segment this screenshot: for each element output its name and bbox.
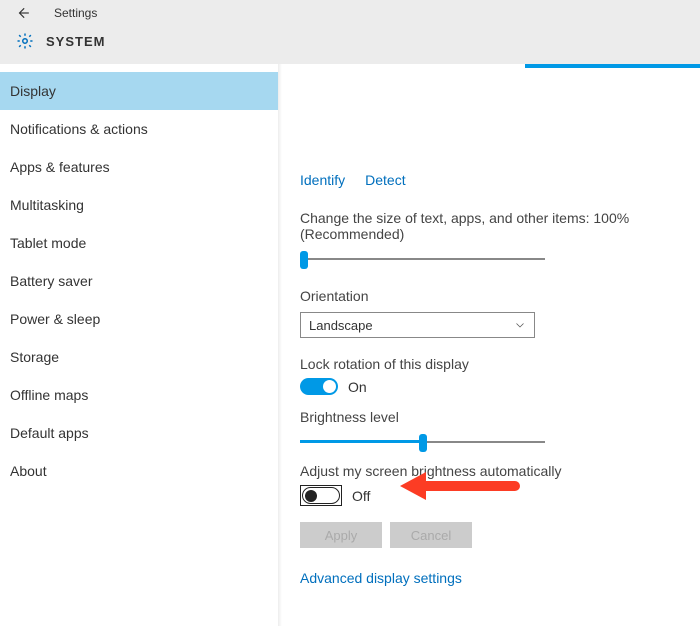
accent-bar <box>525 64 700 68</box>
advanced-link[interactable]: Advanced display settings <box>300 570 700 586</box>
section-title: SYSTEM <box>46 34 105 49</box>
lock-label: Lock rotation of this display <box>300 356 700 372</box>
sidebar-item-about[interactable]: About <box>0 452 278 490</box>
orientation-label: Orientation <box>300 288 700 304</box>
sidebar-item-apps-features[interactable]: Apps & features <box>0 148 278 186</box>
auto-brightness-toggle[interactable] <box>300 485 342 506</box>
identify-link[interactable]: Identify <box>300 172 345 188</box>
sidebar-item-tablet-mode[interactable]: Tablet mode <box>0 224 278 262</box>
brightness-label: Brightness level <box>300 409 700 425</box>
sidebar-item-power-sleep[interactable]: Power & sleep <box>0 300 278 338</box>
window-title: Settings <box>54 6 97 20</box>
titlebar: Settings <box>0 6 700 20</box>
scale-slider[interactable] <box>300 252 545 266</box>
brightness-slider[interactable] <box>300 435 545 449</box>
lock-value: On <box>348 379 367 395</box>
back-icon[interactable] <box>16 6 30 20</box>
header: Settings SYSTEM <box>0 0 700 64</box>
cancel-button[interactable]: Cancel <box>390 522 472 548</box>
sidebar-item-battery-saver[interactable]: Battery saver <box>0 262 278 300</box>
sidebar-item-notifications-actions[interactable]: Notifications & actions <box>0 110 278 148</box>
sidebar-item-storage[interactable]: Storage <box>0 338 278 376</box>
auto-brightness-value: Off <box>352 488 370 504</box>
orientation-value: Landscape <box>309 318 373 333</box>
section-header: SYSTEM <box>0 32 700 50</box>
auto-brightness-label: Adjust my screen brightness automaticall… <box>300 463 700 479</box>
detect-link[interactable]: Detect <box>365 172 405 188</box>
lock-toggle[interactable] <box>300 378 338 395</box>
sidebar-item-display[interactable]: Display <box>0 72 278 110</box>
apply-button[interactable]: Apply <box>300 522 382 548</box>
sidebar: DisplayNotifications & actionsApps & fea… <box>0 64 278 626</box>
sidebar-item-offline-maps[interactable]: Offline maps <box>0 376 278 414</box>
display-links: Identify Detect <box>300 172 700 188</box>
chevron-down-icon <box>514 319 526 331</box>
content-pane: Identify Detect Change the size of text,… <box>278 64 700 626</box>
gear-icon <box>16 32 34 50</box>
sidebar-item-multitasking[interactable]: Multitasking <box>0 186 278 224</box>
sidebar-item-default-apps[interactable]: Default apps <box>0 414 278 452</box>
scale-label: Change the size of text, apps, and other… <box>300 210 700 242</box>
orientation-select[interactable]: Landscape <box>300 312 535 338</box>
